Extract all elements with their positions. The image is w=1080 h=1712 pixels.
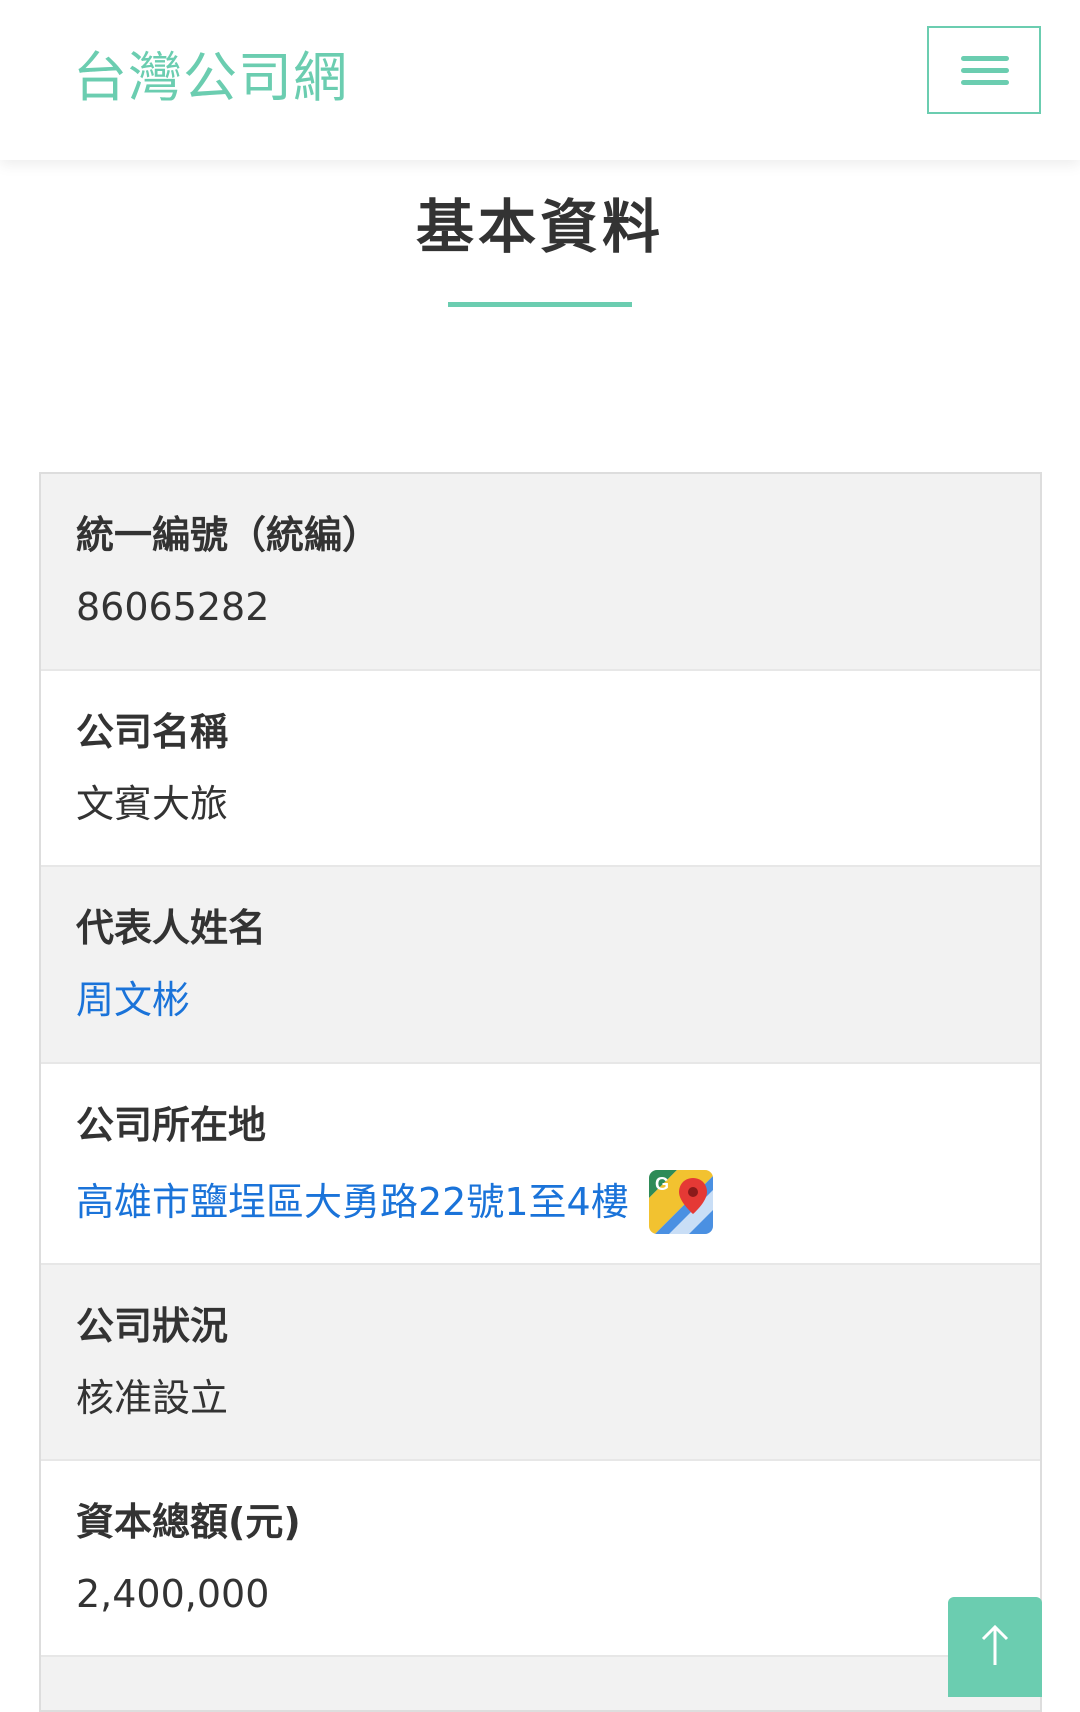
svg-text:G: G xyxy=(655,1174,669,1194)
site-logo[interactable]: 台灣公司網 xyxy=(73,46,348,110)
google-maps-icon[interactable]: G xyxy=(648,1170,713,1234)
menu-button[interactable] xyxy=(927,26,1041,114)
row-company-name: 公司名稱 文賓大旅 xyxy=(41,671,1040,867)
company-info-table: 統一編號（統編） 86065282 公司名稱 文賓大旅 代表人姓名 周文彬 公司… xyxy=(39,472,1042,1712)
capital-label: 資本總額(元) xyxy=(76,1500,301,1544)
tax-id-value: 86065282 xyxy=(76,585,270,629)
company-name-value: 文賓大旅 xyxy=(76,782,229,826)
row-representative: 代表人姓名 周文彬 xyxy=(41,867,1040,1064)
arrow-up-icon xyxy=(981,1624,1009,1665)
row-tax-id: 統一編號（統編） 86065282 xyxy=(41,474,1040,671)
navbar: 台灣公司網 xyxy=(0,0,1080,160)
company-status-value: 核准設立 xyxy=(76,1376,229,1420)
section-title: 基本資料 xyxy=(415,193,664,261)
address-label: 公司所在地 xyxy=(76,1103,267,1147)
address-link[interactable]: 高雄市鹽埕區大勇路22號1至4樓 xyxy=(76,1179,629,1225)
address-container: 高雄市鹽埕區大勇路22號1至4樓 G xyxy=(76,1148,1040,1234)
representative-link[interactable]: 周文彬 xyxy=(76,951,1040,1023)
row-company-status: 公司狀況 核准設立 xyxy=(41,1265,1040,1461)
tax-id-label: 統一編號（統編） xyxy=(76,513,381,557)
capital-value: 2,400,000 xyxy=(76,1572,270,1616)
representative-label: 代表人姓名 xyxy=(76,906,267,950)
row-capital: 資本總額(元) 2,400,000 xyxy=(41,1461,1040,1657)
company-status-label: 公司狀況 xyxy=(76,1304,229,1348)
row-address: 公司所在地 高雄市鹽埕區大勇路22號1至4樓 G xyxy=(41,1064,1040,1265)
back-to-top-button[interactable] xyxy=(948,1597,1042,1697)
company-name-label: 公司名稱 xyxy=(76,710,229,754)
title-underline xyxy=(448,302,632,307)
